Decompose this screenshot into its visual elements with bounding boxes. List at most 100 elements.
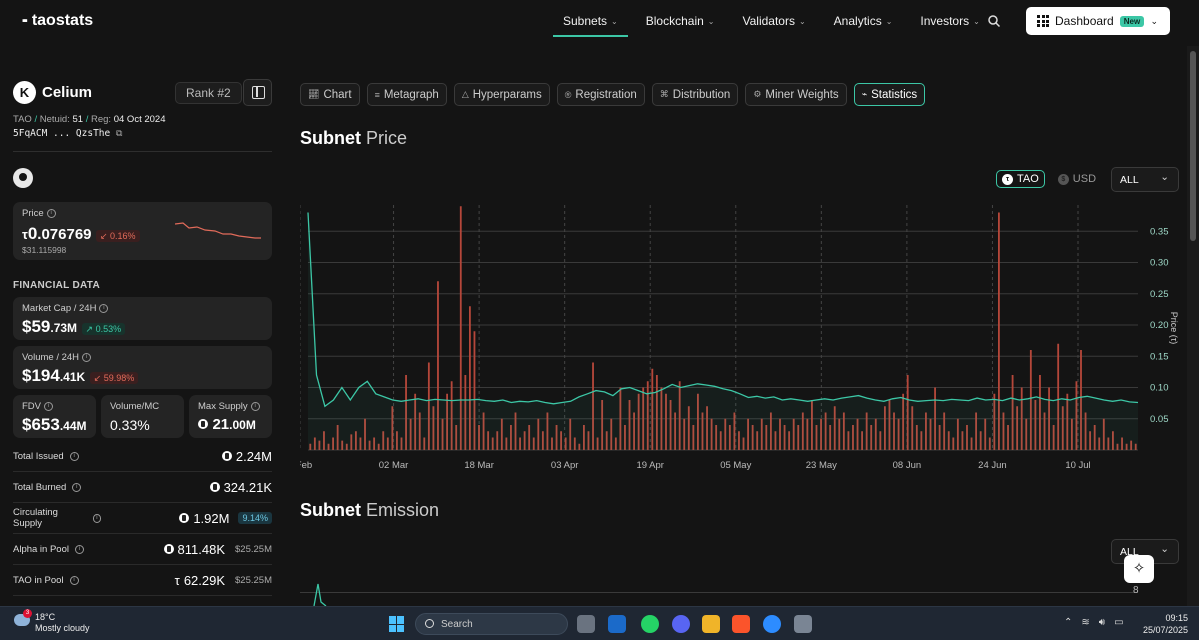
- nav-subnets[interactable]: Subnets ⌄: [553, 0, 628, 37]
- supply-cards: FDV i $653.44M Volume/MC 0.33% Max Supply…: [13, 395, 272, 438]
- nav-analytics[interactable]: Analytics ⌄: [824, 0, 903, 37]
- nav-validators[interactable]: Validators ⌄: [732, 0, 815, 37]
- tab-distribution[interactable]: ⌘ Distribution: [651, 83, 739, 106]
- title-rest: Emission: [361, 500, 440, 520]
- subnet-tabs: 📈︎ Chart ≡ Metagraph △ Hyperparams ® Registr…: [300, 83, 926, 106]
- volume-label: Volume / 24H i: [22, 352, 92, 363]
- meta-separator: /: [85, 114, 89, 125]
- scrollbar-thumb[interactable]: [1190, 51, 1196, 241]
- stat-value: 2.24M: [221, 448, 272, 464]
- nav-investors[interactable]: Investors ⌄: [910, 0, 989, 37]
- x-tick-label: 18 Mar: [464, 460, 494, 471]
- subnet-sidebar: K Celium Rank #2 TAO / Netuid: 51 / Reg:…: [13, 78, 272, 596]
- subnet-header: K Celium Rank #2: [13, 78, 272, 108]
- tab-label: Distribution: [672, 88, 731, 101]
- battery-icon[interactable]: ▭: [1114, 617, 1123, 628]
- tao-coin-icon: τ: [1002, 173, 1013, 185]
- price-int: 0: [27, 224, 38, 243]
- brand-logo[interactable]: ▪▪ taostats: [22, 12, 93, 30]
- usd-coin-icon: $: [1057, 173, 1069, 185]
- market-cap-label: Market Cap / 24H i: [22, 303, 109, 314]
- github-icon[interactable]: [13, 168, 33, 188]
- calculator-icon[interactable]: [794, 615, 812, 633]
- meta-separator: /: [34, 114, 38, 125]
- info-icon[interactable]: i: [69, 451, 79, 461]
- subnet-logo-icon: K: [13, 81, 36, 104]
- tab-metagraph[interactable]: ≡ Metagraph: [366, 83, 447, 106]
- hotkey-text: 5FqACM ... QzsThe: [13, 128, 111, 139]
- task-view-icon[interactable]: [577, 615, 595, 633]
- subnet-price-title: Subnet Price: [300, 128, 407, 149]
- taskbar-search[interactable]: Search: [415, 613, 568, 635]
- chevron-up-icon[interactable]: ⌃: [1064, 617, 1072, 628]
- info-icon[interactable]: i: [250, 401, 260, 411]
- stat-label: TAO in Pool: [13, 574, 64, 586]
- stat-label: Alpha in Pool: [13, 543, 69, 555]
- main-nav: Subnets ⌄ Blockchain ⌄ Validators ⌄ Analyti…: [553, 0, 998, 38]
- top-navbar: ▪▪ taostats Subnets ⌄ Blockchain ⌄ Validat…: [0, 0, 1199, 46]
- tab-miner-weights[interactable]: ⚙ Miner Weights: [745, 83, 847, 106]
- stat-alpha-in-pool: Alpha in Pool i 811.48K $25.25M: [13, 534, 272, 565]
- outlook-icon[interactable]: [608, 615, 626, 633]
- clock-time: 09:15: [1165, 613, 1189, 623]
- volume-card: Volume / 24H i $194.41K ↙ 59.98%: [13, 346, 272, 389]
- tab-label: Chart: [323, 88, 352, 101]
- tab-registration[interactable]: ® Registration: [556, 83, 645, 106]
- chevron-down-icon: ⌄: [707, 17, 715, 26]
- chevron-down-icon: ⌄: [885, 17, 893, 26]
- y-tick-label: 0.30: [1150, 258, 1169, 269]
- price-value: τ0.076769 ↙ 0.16%: [22, 224, 140, 244]
- dashboard-button[interactable]: Dashboard New ⌄: [1026, 7, 1170, 35]
- max-supply-dec: .00M: [229, 418, 256, 432]
- info-icon[interactable]: i: [82, 352, 92, 362]
- info-icon[interactable]: i: [69, 575, 79, 585]
- price-sparkline: [175, 222, 261, 239]
- info-icon[interactable]: i: [72, 482, 82, 492]
- price-range-select[interactable]: ALL: [1111, 167, 1179, 192]
- tab-hyperparams[interactable]: △ Hyperparams: [453, 83, 550, 106]
- title-rest: Price: [361, 128, 408, 148]
- x-tick-label: 19 Apr: [636, 460, 663, 471]
- taskbar-clock[interactable]: 09:15 25/07/2025: [1143, 612, 1188, 636]
- grid-icon: [1037, 15, 1049, 27]
- info-icon[interactable]: i: [46, 208, 56, 218]
- wifi-icon[interactable]: ≋: [1081, 617, 1089, 628]
- divider: [13, 151, 272, 152]
- alpha-coin-icon: [221, 451, 232, 461]
- windows-start-icon[interactable]: [389, 616, 405, 632]
- alpha-coin-icon: [179, 513, 190, 523]
- info-icon[interactable]: i: [44, 401, 53, 411]
- metagraph-icon: ≡: [374, 89, 380, 100]
- price-usd: $31.115998: [22, 245, 67, 255]
- info-icon[interactable]: i: [92, 513, 102, 523]
- whatsapp-icon[interactable]: [641, 615, 659, 633]
- page-scrollbar[interactable]: [1187, 46, 1199, 606]
- stat-total-issued: Total Issued i 2.24M: [13, 441, 272, 472]
- stat-value-text: 2.24M: [235, 448, 272, 464]
- info-icon[interactable]: i: [74, 544, 84, 554]
- max-supply-label: Max Supply i: [198, 401, 260, 412]
- currency-usd[interactable]: $ USD: [1053, 170, 1101, 188]
- price-area: [308, 212, 1138, 450]
- nav-blockchain[interactable]: Blockchain ⌄: [636, 0, 725, 37]
- tao-symbol: τ: [174, 572, 180, 588]
- zoom-icon[interactable]: [763, 615, 781, 633]
- search-icon[interactable]: [987, 14, 1001, 28]
- volume-icon[interactable]: 🔊︎: [1099, 617, 1105, 628]
- collapse-sidebar-button[interactable]: [243, 79, 272, 106]
- y-axis-ticks: 0.05 0.10 0.15 0.20 0.25 0.30 0.35: [1150, 226, 1169, 425]
- copy-icon[interactable]: ⧉: [116, 129, 122, 139]
- volume-value: $194.41K ↙ 59.98%: [22, 366, 139, 386]
- tab-statistics[interactable]: ⌁ Statistics: [853, 83, 926, 106]
- brave-browser-icon[interactable]: [732, 615, 750, 633]
- currency-tao[interactable]: τ TAO: [996, 170, 1045, 188]
- subnet-name: Celium: [42, 84, 93, 101]
- info-icon[interactable]: i: [99, 303, 109, 313]
- reg-date: 04 Oct 2024: [113, 114, 166, 125]
- discord-icon[interactable]: [672, 615, 690, 633]
- weather-widget[interactable]: 3 18°C Mostly cloudy: [14, 609, 90, 634]
- tab-chart[interactable]: 📈︎ Chart: [300, 83, 360, 106]
- ai-assistant-button[interactable]: ✧: [1124, 555, 1154, 583]
- file-explorer-icon[interactable]: [702, 615, 720, 633]
- sparkle-icon: ✧: [1132, 560, 1146, 577]
